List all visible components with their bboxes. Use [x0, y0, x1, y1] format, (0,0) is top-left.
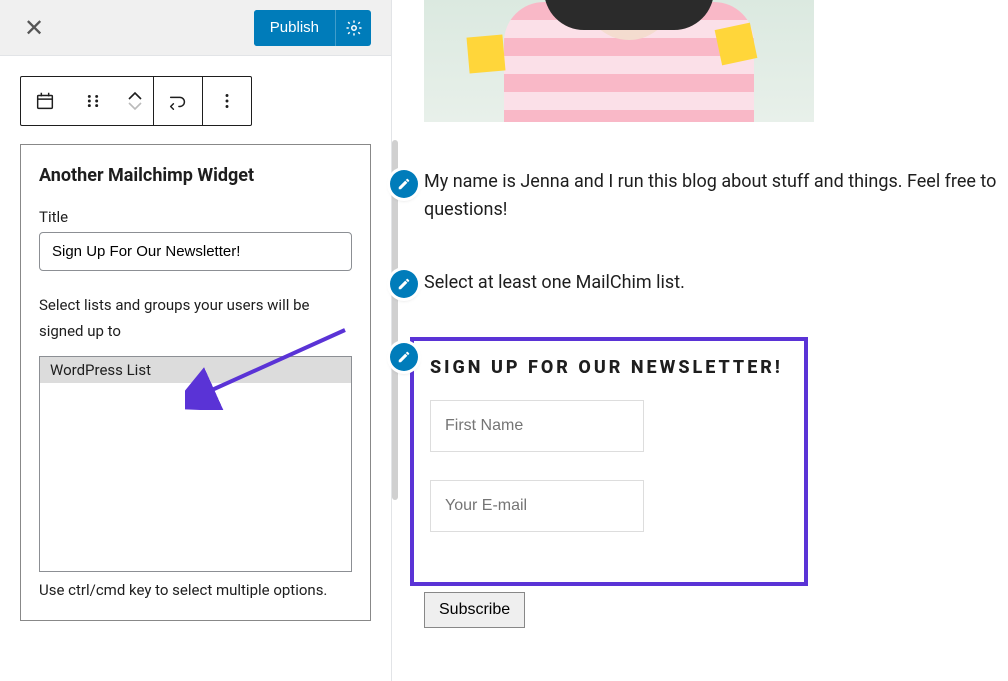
block-toolbar — [20, 76, 252, 126]
publish-settings-button[interactable] — [335, 10, 371, 46]
about-image — [424, 0, 814, 122]
undo-button[interactable] — [154, 77, 202, 125]
about-widget-text: My name is Jenna and I run this blog abo… — [424, 168, 1008, 224]
editor-topbar: ✕ Publish — [0, 0, 391, 56]
title-input[interactable] — [39, 232, 352, 271]
warning-widget: Select at least one MailChim list. — [424, 272, 1008, 293]
widget-block: Another Mailchimp Widget Title Select li… — [20, 144, 371, 621]
subscribe-button[interactable]: Subscribe — [424, 592, 525, 628]
edit-widget-button[interactable] — [390, 343, 418, 371]
drag-handle[interactable] — [69, 77, 117, 125]
publish-button[interactable]: Publish — [254, 10, 335, 46]
widget-editor-panel: ✕ Publish — [0, 0, 392, 681]
newsletter-form-widget: SIGN UP FOR OUR NEWSLETTER! — [410, 337, 808, 586]
email-input[interactable] — [430, 480, 644, 532]
list-select[interactable]: WordPress List — [39, 356, 352, 572]
calendar-icon — [34, 90, 56, 112]
warning-text: Select at least one MailChim list. — [424, 272, 685, 293]
edit-widget-button[interactable] — [390, 170, 418, 198]
title-label: Title — [39, 208, 352, 226]
newsletter-heading: SIGN UP FOR OUR NEWSLETTER! — [430, 357, 788, 378]
pencil-icon — [397, 350, 411, 364]
about-text: My name is Jenna and I run this blog abo… — [424, 171, 996, 220]
chevron-down-icon[interactable] — [127, 101, 143, 111]
block-type-button[interactable] — [21, 77, 69, 125]
gear-icon — [345, 19, 363, 37]
editor-body: Another Mailchimp Widget Title Select li… — [0, 56, 391, 641]
customizer-preview: My name is Jenna and I run this blog abo… — [392, 0, 1008, 681]
drag-icon — [82, 90, 104, 112]
edit-widget-button[interactable] — [390, 270, 418, 298]
list-option[interactable]: WordPress List — [40, 357, 351, 383]
move-buttons[interactable] — [117, 77, 153, 125]
publish-group: Publish — [254, 10, 371, 46]
pencil-icon — [397, 277, 411, 291]
pencil-icon — [397, 177, 411, 191]
undo-icon — [167, 90, 189, 112]
widget-heading: Another Mailchimp Widget — [39, 165, 352, 186]
list-select-label: Select lists and groups your users will … — [39, 293, 352, 344]
close-icon[interactable]: ✕ — [20, 12, 48, 44]
list-select-hint: Use ctrl/cmd key to select multiple opti… — [39, 578, 352, 604]
more-icon — [216, 90, 238, 112]
first-name-input[interactable] — [430, 400, 644, 452]
more-options-button[interactable] — [203, 77, 251, 125]
